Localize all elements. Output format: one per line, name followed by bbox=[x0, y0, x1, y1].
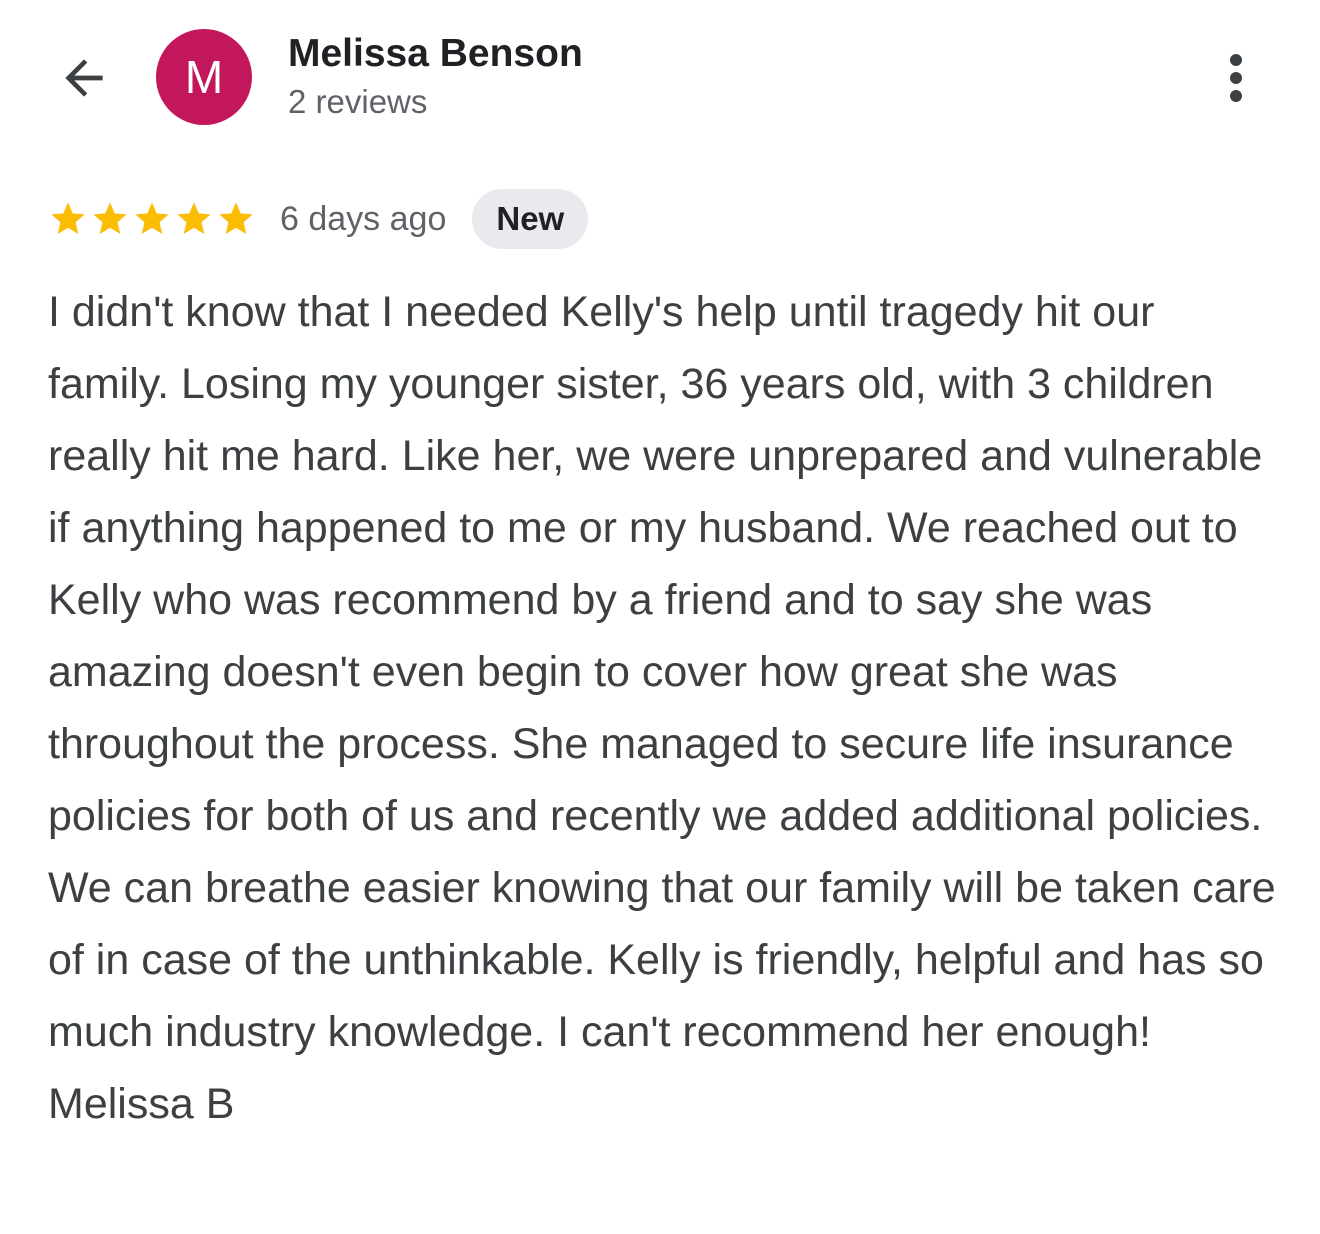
more-vert-icon bbox=[1230, 54, 1242, 66]
star-icon bbox=[219, 202, 253, 234]
more-vert-icon-dot bbox=[1230, 72, 1242, 84]
review-time: 6 days ago bbox=[280, 199, 447, 238]
star-icon bbox=[135, 202, 169, 234]
more-options-button[interactable] bbox=[1208, 46, 1264, 110]
avatar[interactable]: M bbox=[156, 29, 252, 125]
new-badge: New bbox=[472, 189, 589, 249]
arrow-back-icon bbox=[65, 59, 103, 97]
star-icon bbox=[93, 202, 127, 234]
top-bar: M Melissa Benson 2 reviews bbox=[0, 0, 1320, 150]
review-text: I didn't know that I needed Kelly's help… bbox=[48, 288, 1276, 1128]
star-icon bbox=[177, 202, 211, 234]
star-rating bbox=[48, 199, 256, 239]
review-meta-row: 6 days ago New bbox=[48, 188, 589, 250]
star-icon bbox=[51, 202, 85, 234]
review-count: 2 reviews bbox=[288, 83, 428, 120]
avatar-letter: M bbox=[184, 51, 224, 103]
more-vert-icon-dot bbox=[1230, 90, 1242, 102]
reviewer-name[interactable]: Melissa Benson bbox=[288, 32, 583, 76]
back-button[interactable] bbox=[52, 46, 116, 110]
